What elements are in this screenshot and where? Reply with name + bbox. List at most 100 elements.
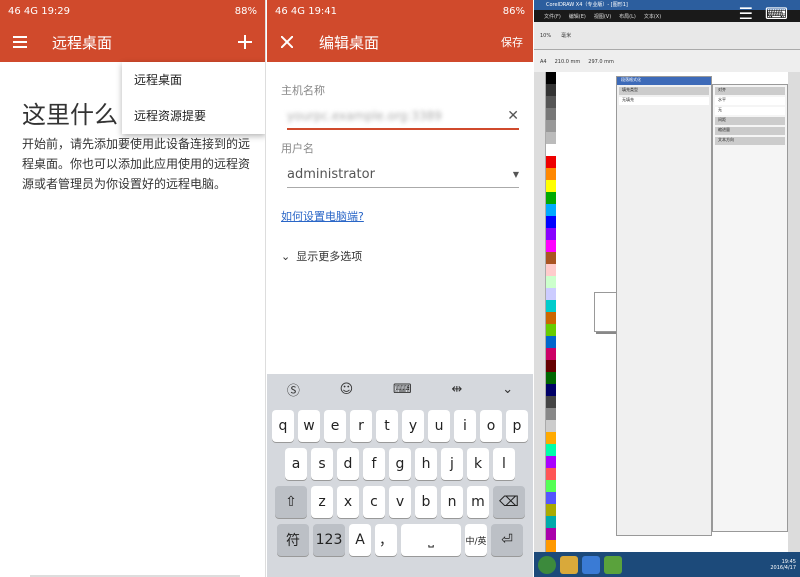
user-select[interactable]: administrator ▼ — [287, 162, 519, 188]
sogou-icon[interactable]: Ⓢ — [287, 380, 300, 399]
key-o[interactable]: o — [480, 410, 502, 442]
key-w[interactable]: w — [298, 410, 320, 442]
palette-swatch[interactable] — [546, 228, 556, 240]
palette-swatch[interactable] — [546, 516, 556, 528]
palette-swatch[interactable] — [546, 396, 556, 408]
numbers-key[interactable]: 123 — [313, 524, 345, 556]
key-r[interactable]: r — [350, 410, 372, 442]
palette-swatch[interactable] — [546, 540, 556, 552]
key-q[interactable]: q — [272, 410, 294, 442]
palette-swatch[interactable] — [546, 300, 556, 312]
align-value[interactable]: 无 — [715, 107, 785, 115]
browser-icon[interactable] — [582, 555, 600, 574]
key-v[interactable]: v — [389, 486, 411, 518]
palette-swatch[interactable] — [546, 252, 556, 264]
palette-swatch[interactable] — [546, 360, 556, 372]
menu-file[interactable]: 文件(F) — [544, 13, 561, 20]
drawing-canvas[interactable] — [556, 72, 622, 552]
palette-swatch[interactable] — [546, 240, 556, 252]
palette-swatch[interactable] — [546, 108, 556, 120]
key-l[interactable]: l — [493, 448, 515, 480]
fill-type-value[interactable]: 无填充 — [619, 97, 709, 105]
key-j[interactable]: j — [441, 448, 463, 480]
palette-swatch[interactable] — [546, 384, 556, 396]
zoom-level[interactable]: 10% — [540, 33, 551, 39]
palette-swatch[interactable] — [546, 528, 556, 540]
key-z[interactable]: z — [311, 486, 333, 518]
palette-swatch[interactable] — [546, 144, 556, 156]
menu-view[interactable]: 视图(V) — [594, 13, 611, 20]
palette-swatch[interactable] — [546, 192, 556, 204]
palette-swatch[interactable] — [546, 432, 556, 444]
palette-swatch[interactable] — [546, 216, 556, 228]
key-e[interactable]: e — [324, 410, 346, 442]
palette-swatch[interactable] — [546, 336, 556, 348]
palette-swatch[interactable] — [546, 180, 556, 192]
palette-swatch[interactable] — [546, 372, 556, 384]
key-u[interactable]: u — [428, 410, 450, 442]
palette-swatch[interactable] — [546, 96, 556, 108]
section-spacing[interactable]: 间距 — [715, 117, 785, 125]
key-b[interactable]: b — [415, 486, 437, 518]
palette-swatch[interactable] — [546, 312, 556, 324]
palette-swatch[interactable] — [546, 504, 556, 516]
palette-swatch[interactable] — [546, 120, 556, 132]
hamburger-menu-icon[interactable] — [10, 32, 30, 52]
start-button-icon[interactable] — [538, 555, 556, 574]
clear-icon[interactable]: ✕ — [507, 108, 519, 124]
show-more-options[interactable]: ⌄ 显示更多选项 — [281, 248, 519, 264]
paper-size[interactable]: A4 — [540, 59, 547, 65]
key-m[interactable]: m — [467, 486, 489, 518]
emoji-icon[interactable]: ☺ — [340, 382, 354, 397]
key-p[interactable]: p — [506, 410, 528, 442]
comma-key[interactable]: ， — [375, 524, 397, 556]
palette-swatch[interactable] — [546, 264, 556, 276]
menu-item-remote-desktop[interactable]: 远程桌面 — [122, 62, 265, 98]
key-d[interactable]: d — [337, 448, 359, 480]
key-y[interactable]: y — [402, 410, 424, 442]
palette-swatch[interactable] — [546, 84, 556, 96]
remote-menu-icon[interactable]: ☰ — [739, 4, 753, 23]
palette-swatch[interactable] — [546, 492, 556, 504]
symbol-key[interactable]: 符 — [277, 524, 309, 556]
key-n[interactable]: n — [441, 486, 463, 518]
coreldraw-icon[interactable] — [604, 555, 622, 574]
shift-key[interactable]: ⇧ — [275, 486, 307, 518]
help-link[interactable]: 如何设置电脑端? — [281, 208, 519, 224]
menu-item-remote-resources[interactable]: 远程资源提要 — [122, 98, 265, 134]
toolbox[interactable] — [534, 72, 546, 552]
palette-swatch[interactable] — [546, 276, 556, 288]
palette-swatch[interactable] — [546, 444, 556, 456]
section-indent[interactable]: 缩进量 — [715, 127, 785, 135]
cursor-icon[interactable]: ⇹ — [452, 382, 463, 397]
docker-tabs[interactable] — [788, 72, 800, 552]
caps-key[interactable]: A — [349, 524, 371, 556]
key-a[interactable]: a — [285, 448, 307, 480]
folder-icon[interactable] — [560, 555, 578, 574]
key-g[interactable]: g — [389, 448, 411, 480]
palette-swatch[interactable] — [546, 468, 556, 480]
key-t[interactable]: t — [376, 410, 398, 442]
palette-swatch[interactable] — [546, 204, 556, 216]
collapse-icon[interactable]: ⌄ — [502, 382, 513, 397]
palette-swatch[interactable] — [546, 288, 556, 300]
menu-edit[interactable]: 编辑(E) — [569, 13, 586, 20]
key-c[interactable]: c — [363, 486, 385, 518]
palette-swatch[interactable] — [546, 480, 556, 492]
palette-swatch[interactable] — [546, 456, 556, 468]
palette-swatch[interactable] — [546, 420, 556, 432]
palette-swatch[interactable] — [546, 156, 556, 168]
section-align[interactable]: 对齐 — [715, 87, 785, 95]
close-icon[interactable] — [277, 32, 297, 52]
key-f[interactable]: f — [363, 448, 385, 480]
paper-width[interactable]: 210.0 mm — [555, 59, 581, 65]
palette-swatch[interactable] — [546, 324, 556, 336]
palette-swatch[interactable] — [546, 168, 556, 180]
backspace-key[interactable]: ⌫ — [493, 486, 525, 518]
enter-key[interactable]: ⏎ — [491, 524, 523, 556]
key-s[interactable]: s — [311, 448, 333, 480]
remote-keyboard-icon[interactable]: ⌨ — [765, 4, 788, 23]
key-h[interactable]: h — [415, 448, 437, 480]
paper-height[interactable]: 297.0 mm — [588, 59, 614, 65]
lang-switch-key[interactable]: 中/英 — [465, 524, 487, 556]
